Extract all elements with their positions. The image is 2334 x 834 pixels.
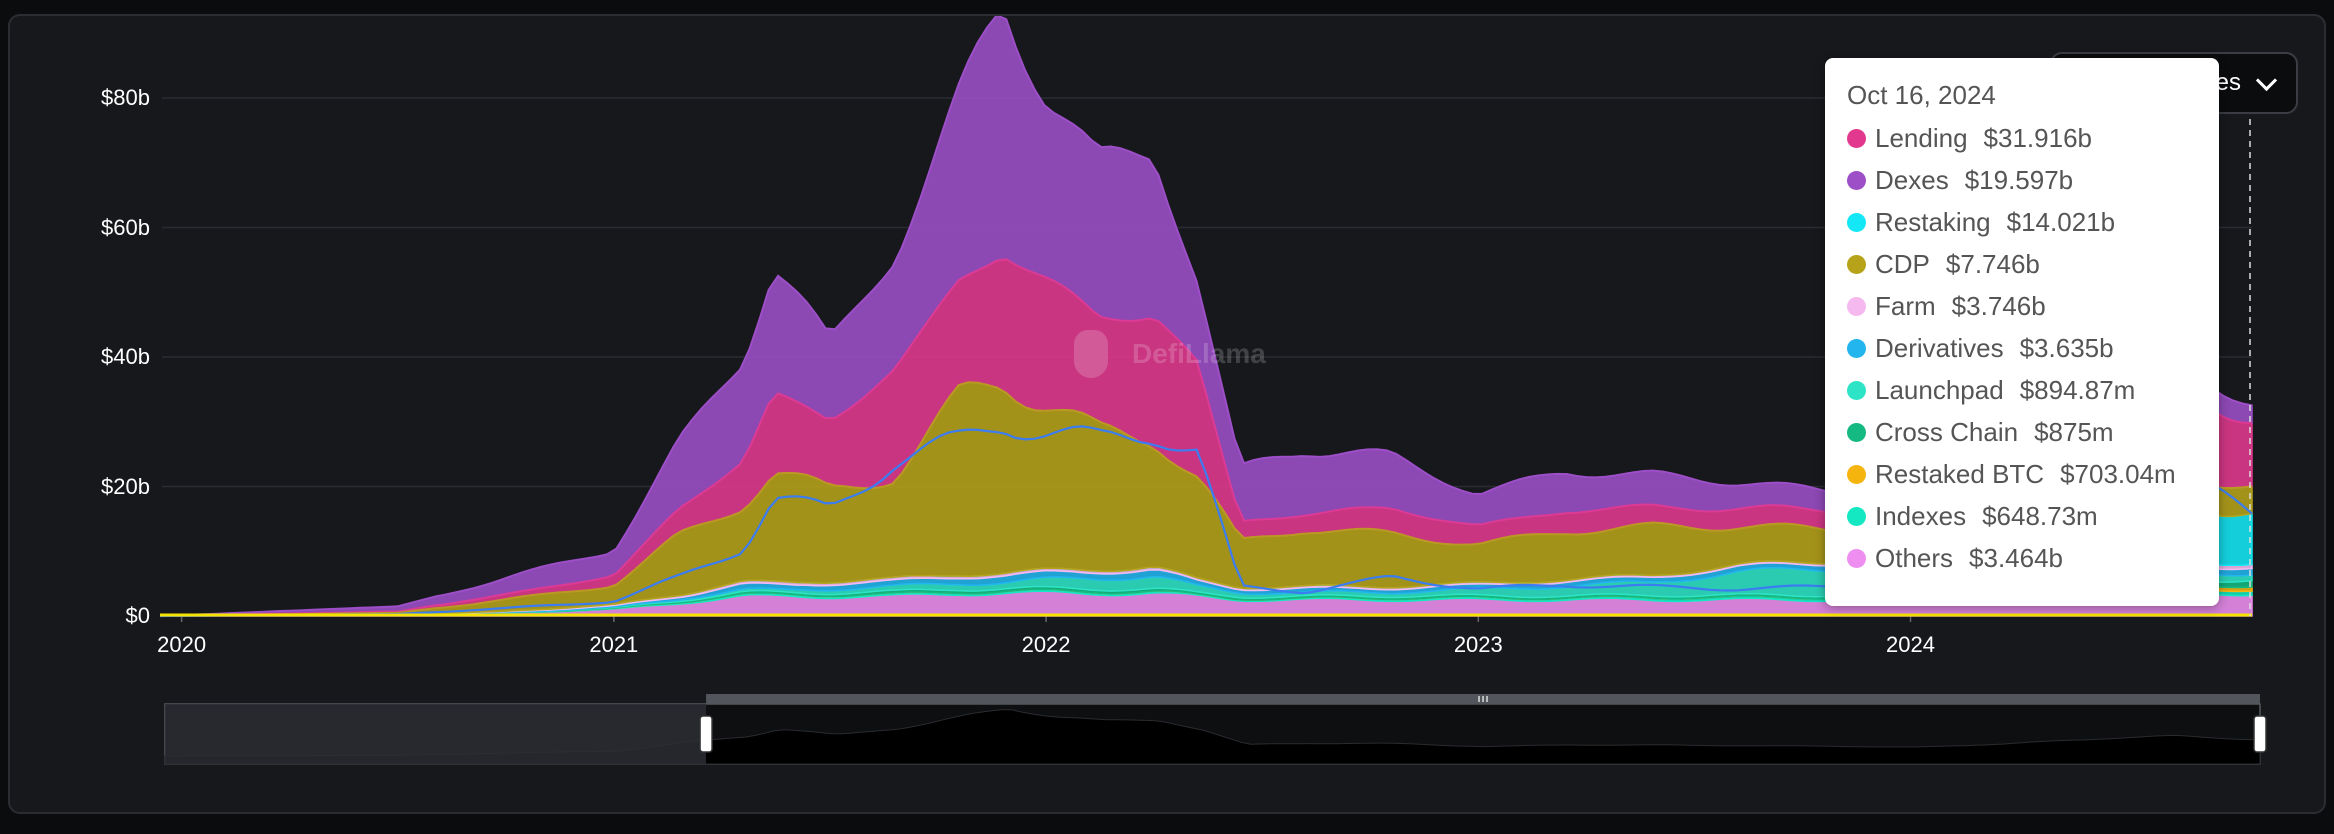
chart-tooltip: Oct 16, 2024 Lending $31.916b Dexes $19.597… <box>1825 58 2219 606</box>
y-tick-label: $60b <box>101 214 150 240</box>
y-tick-label: $40b <box>101 344 150 369</box>
tooltip-series-name: Indexes <box>1875 500 1967 531</box>
tooltip-row: Dexes $19.597b <box>1847 159 2197 201</box>
x-tick-label: 2024 <box>1886 632 1936 657</box>
tooltip-series-name: Lending <box>1875 122 1968 153</box>
tooltip-series-value: $7.746b <box>1945 248 2040 279</box>
navigator-handle[interactable] <box>2253 715 2267 753</box>
tooltip-series-value: $14.021b <box>2006 206 2116 237</box>
tooltip-row: Others $3.464b <box>1847 537 2197 579</box>
tooltip-series-value: $875m <box>2034 416 2114 447</box>
tooltip-row: Derivatives $3.635b <box>1847 327 2197 369</box>
tooltip-series-name: Launchpad <box>1875 374 2004 405</box>
tooltip-series-value: $19.597b <box>1964 164 2074 195</box>
tooltip-row: Restaked BTC $703.04m <box>1847 453 2197 495</box>
y-tick-label: $20b <box>101 473 150 499</box>
watermark: DefiLlama <box>1068 326 1266 382</box>
legend-dot-icon <box>1847 296 1866 316</box>
tooltip-series-name: Others <box>1875 542 1954 573</box>
tooltip-row: Launchpad $894.87m <box>1847 369 2197 411</box>
legend-dot-icon <box>1847 254 1866 274</box>
tooltip-series-value: $648.73m <box>1982 500 2098 531</box>
watermark-text: DefiLlama <box>1132 338 1266 369</box>
legend-dot-icon <box>1847 338 1866 358</box>
chart-panel: $0 $20b $40b $60b $80b 2020 2021 2022 2023 2024 … <box>8 14 2326 814</box>
tooltip-row: Lending $31.916b <box>1847 117 2197 159</box>
tooltip-date: Oct 16, 2024 <box>1847 80 1996 110</box>
tooltip-row: Cross Chain $875m <box>1847 411 2197 453</box>
tooltip-series-value: $31.916b <box>1983 122 2092 153</box>
tooltip-series-value: $3.635b <box>2019 332 2114 363</box>
legend-dot-icon <box>1847 422 1866 442</box>
tooltip-series-name: Restaked BTC <box>1875 458 2045 489</box>
tooltip-series-name: CDP <box>1875 248 1930 279</box>
legend-dot-icon <box>1847 212 1866 232</box>
legend-dot-icon <box>1847 128 1866 148</box>
legend-dot-icon <box>1847 170 1866 190</box>
tooltip-series-name: Derivatives <box>1875 332 2004 363</box>
x-tick-label: 2020 <box>157 632 207 657</box>
tooltip-series-name: Farm <box>1875 290 1936 321</box>
x-tick-label: 2022 <box>1021 632 1071 657</box>
range-navigator[interactable] <box>164 694 2267 765</box>
y-tick-label: $80b <box>101 85 150 110</box>
tooltip-series-value: $3.746b <box>1951 290 2046 321</box>
tooltip-series-name: Cross Chain <box>1875 416 2019 447</box>
tooltip-rows: Lending $31.916b Dexes $19.597b Restaking $14… <box>1847 117 2197 579</box>
navigator-mask <box>165 704 707 764</box>
tooltip-series-value: $703.04m <box>2060 458 2176 489</box>
legend-dot-icon <box>1847 548 1866 568</box>
tooltip-row: Farm $3.746b <box>1847 285 2197 327</box>
tooltip-row: Indexes $648.73m <box>1847 495 2197 537</box>
navigator-handle[interactable] <box>699 715 713 753</box>
tooltip-row: Restaking $14.021b <box>1847 201 2197 243</box>
x-tick-label: 2023 <box>1453 632 1503 657</box>
chevron-down-icon <box>2255 69 2278 91</box>
tooltip-series-value: $3.464b <box>1969 542 2064 573</box>
llama-logo-icon <box>1068 326 1114 382</box>
tooltip-series-name: Restaking <box>1875 206 1991 237</box>
legend-dot-icon <box>1847 464 1866 484</box>
tooltip-series-value: $894.87m <box>2019 374 2136 405</box>
y-tick-label: $0 <box>125 603 150 628</box>
tooltip-row: CDP $7.746b <box>1847 243 2197 285</box>
legend-dot-icon <box>1847 380 1866 400</box>
tooltip-series-name: Dexes <box>1875 164 1949 195</box>
legend-dot-icon <box>1847 506 1866 526</box>
x-tick-label: 2021 <box>589 632 639 657</box>
